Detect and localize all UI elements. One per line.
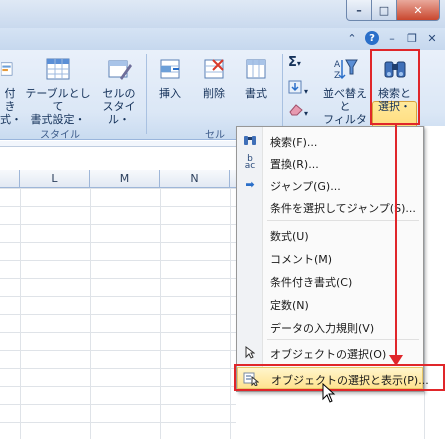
pointer-icon [242, 346, 258, 360]
cell-styles-icon [108, 60, 132, 80]
table-style-icon [46, 58, 70, 80]
grid-line [20, 188, 21, 439]
sort-filter-icon: A Z [334, 59, 358, 81]
formula-bar-edge [0, 141, 236, 147]
menu-item-label: オブジェクトの選択(O) [270, 348, 387, 361]
title-bar: – □ ✕ [0, 0, 445, 28]
cell-styles-label-1: セルの [102, 87, 136, 100]
annotation-arrow-head [389, 355, 403, 366]
mouse-cursor-icon [322, 383, 336, 403]
cell-styles-label-2: スタイル・ [102, 100, 136, 126]
grid-line [160, 188, 161, 439]
format-as-table-label-1: テーブルとして [25, 87, 91, 113]
insert-label: 挿入 [159, 87, 181, 100]
grid-line [230, 188, 231, 439]
binoculars-icon [242, 134, 258, 148]
menu-item-label: ジャンプ(G)... [270, 180, 341, 193]
conditional-format-label-1: 付き [4, 87, 16, 113]
delete-label: 削除 [203, 87, 225, 100]
grid-line [90, 188, 91, 439]
sort-filter-label-1: 並べ替えと [323, 87, 367, 113]
insert-cells-icon [160, 59, 180, 79]
insert-button[interactable]: 挿入 [150, 56, 190, 100]
find-select-highlight [370, 49, 420, 125]
menu-item-label: データの入力規則(V) [270, 322, 375, 335]
ribbon-top-strip: ⌃ ? – ❐ ✕ [0, 28, 445, 50]
close-button[interactable]: ✕ [396, 0, 440, 21]
close-icon[interactable]: ✕ [425, 31, 439, 45]
menu-item-label: 条件付き書式(C) [270, 276, 353, 289]
delete-button[interactable]: 削除 [194, 56, 234, 100]
menu-item-label: 検索(F)... [270, 136, 318, 149]
selection-pane-highlight [234, 364, 445, 391]
annotation-arrow-line [395, 123, 397, 357]
menu-item-label: コメント(M) [270, 253, 333, 266]
group-separator [282, 54, 283, 134]
conditional-format-label-2: 式・ [0, 113, 22, 126]
menu-item-label: 定数(N) [270, 299, 309, 312]
minimize-button[interactable]: – [346, 0, 372, 21]
worksheet-right-edge [424, 126, 445, 439]
conditional-format-icon [0, 62, 13, 76]
chevron-up-icon[interactable]: ⌃ [345, 31, 359, 45]
maximize-button[interactable]: □ [371, 0, 397, 21]
group-separator [146, 54, 147, 134]
format-label: 書式 [245, 87, 267, 100]
help-icon[interactable]: ? [365, 31, 379, 45]
sigma-icon: Σ [288, 55, 297, 70]
format-cells-icon [246, 59, 266, 79]
autosum-button[interactable]: Σ▾ [288, 56, 316, 70]
format-as-table-label-2: 書式設定・ [30, 113, 86, 126]
menu-item-label: 数式(U) [270, 230, 309, 243]
restore-icon[interactable]: ❐ [405, 31, 419, 45]
menu-item-label: 置換(R)... [270, 158, 319, 171]
column-header-m[interactable]: M [90, 170, 160, 188]
column-header-row: L M N [0, 170, 236, 188]
cell-styles-button[interactable]: セルの スタイル・ [94, 56, 144, 126]
column-header-l[interactable]: L [20, 170, 90, 188]
delete-cells-icon [204, 59, 224, 79]
minimize-ribbon-icon[interactable]: – [385, 31, 399, 45]
clear-button[interactable]: ▾ [288, 102, 316, 120]
group-label-cell: セル [205, 130, 225, 141]
replace-icon: b ac [244, 154, 256, 171]
worksheet-grid[interactable] [0, 188, 236, 439]
group-label-style: スタイル [40, 130, 80, 141]
column-header-partial[interactable] [0, 170, 20, 188]
format-as-table-button[interactable]: テーブルとして 書式設定・ [22, 56, 94, 126]
column-header-n[interactable]: N [160, 170, 230, 188]
format-button[interactable]: 書式 [236, 56, 276, 100]
menu-item-label: 条件を選択してジャンプ(S)... [270, 202, 416, 215]
fill-button[interactable]: ▾ [288, 80, 316, 98]
conditional-format-button[interactable]: 付き 式・ [0, 56, 22, 126]
fill-down-icon [288, 80, 302, 94]
svg-text:A: A [334, 60, 341, 70]
eraser-icon [289, 104, 303, 116]
arrow-right-icon: ➡ [245, 178, 255, 191]
